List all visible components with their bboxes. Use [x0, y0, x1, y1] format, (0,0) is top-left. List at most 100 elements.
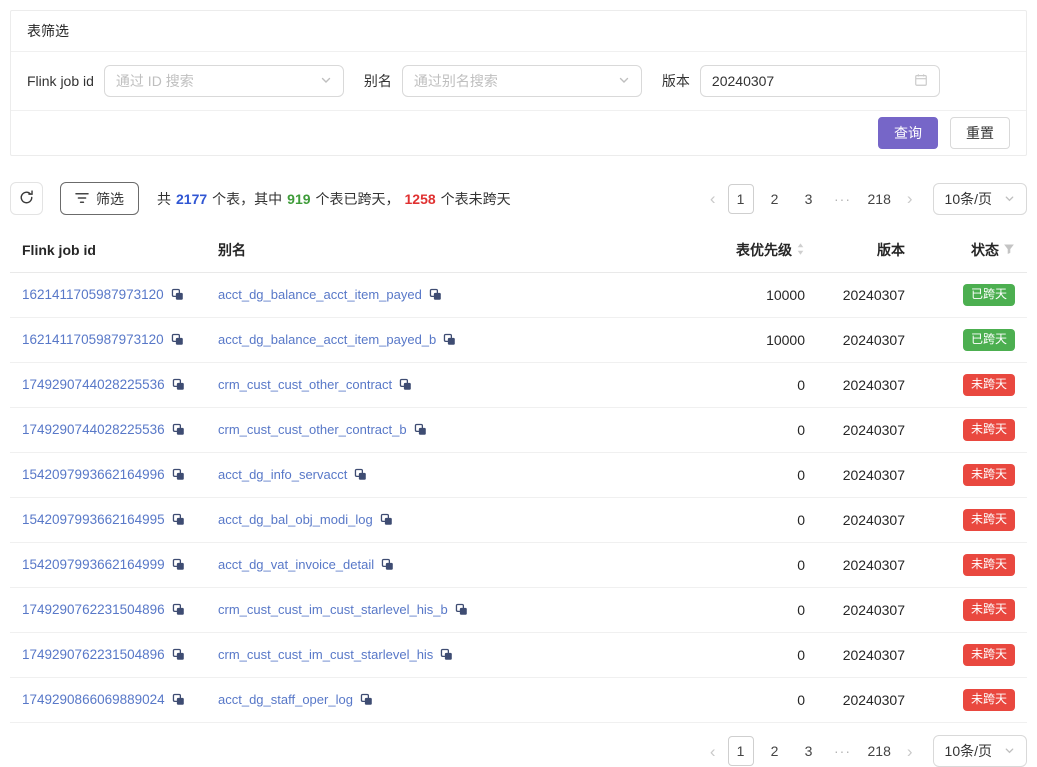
- flink-job-id-link[interactable]: 1542097993662164999: [22, 557, 165, 572]
- column-status-label: 状态: [971, 240, 999, 260]
- prev-page-button[interactable]: ‹: [706, 743, 720, 760]
- version-date-input[interactable]: [700, 65, 940, 97]
- copy-icon[interactable]: [455, 603, 468, 619]
- page-size-value: 10条/页: [945, 741, 992, 761]
- version-value: 20240307: [817, 273, 917, 318]
- copy-icon[interactable]: [172, 423, 185, 439]
- table-header-row: Flink job id 别名 表优先级 版本: [10, 228, 1027, 273]
- refresh-icon: [19, 190, 34, 208]
- version-value: 20240307: [817, 588, 917, 633]
- alias-link[interactable]: crm_cust_cust_other_contract: [218, 377, 392, 392]
- filter-toggle-button[interactable]: 筛选: [60, 182, 139, 215]
- copy-icon[interactable]: [360, 693, 373, 709]
- alias-link[interactable]: acct_dg_vat_invoice_detail: [218, 557, 374, 572]
- column-priority-label: 表优先级: [736, 240, 792, 260]
- column-version: 版本: [817, 228, 917, 273]
- flink-job-id-link[interactable]: 1621411705987973120: [22, 332, 164, 347]
- version-date-value[interactable]: [712, 73, 892, 89]
- copy-icon[interactable]: [354, 468, 367, 484]
- flink-job-id-link[interactable]: 1749290744028225536: [22, 422, 165, 437]
- copy-icon[interactable]: [172, 378, 185, 394]
- reset-button[interactable]: 重置: [950, 117, 1010, 149]
- copy-icon[interactable]: [172, 648, 185, 664]
- copy-icon[interactable]: [172, 603, 185, 619]
- flink-job-id-field: Flink job id 通过 ID 搜索: [27, 65, 344, 97]
- sort-icon[interactable]: [796, 242, 805, 259]
- copy-icon[interactable]: [380, 513, 393, 529]
- priority-value: 0: [677, 543, 817, 588]
- next-page-button[interactable]: ›: [903, 190, 917, 207]
- copy-icon[interactable]: [381, 558, 394, 574]
- chevron-down-icon: [618, 73, 630, 89]
- page-button-2[interactable]: 2: [762, 736, 788, 766]
- summary-text: 共: [157, 189, 171, 209]
- copy-icon[interactable]: [172, 558, 185, 574]
- flink-job-id-placeholder: 通过 ID 搜索: [116, 71, 194, 91]
- version-value: 20240307: [817, 453, 917, 498]
- page-button-2[interactable]: 2: [762, 184, 788, 214]
- filter-lines-icon: [75, 191, 89, 207]
- flink-job-id-link[interactable]: 1749290866069889024: [22, 692, 165, 707]
- alias-field: 别名 通过别名搜索: [364, 65, 642, 97]
- status-badge: 未跨天: [963, 554, 1015, 576]
- pagination-ellipsis[interactable]: ···: [830, 184, 856, 214]
- query-button[interactable]: 查询: [878, 117, 938, 149]
- flink-job-id-link[interactable]: 1749290762231504896: [22, 602, 165, 617]
- calendar-icon: [914, 73, 928, 90]
- copy-icon[interactable]: [171, 288, 184, 304]
- copy-icon[interactable]: [440, 648, 453, 664]
- alias-link[interactable]: acct_dg_bal_obj_modi_log: [218, 512, 373, 527]
- page-button-last[interactable]: 218: [864, 184, 895, 214]
- alias-link[interactable]: acct_dg_staff_oper_log: [218, 692, 353, 707]
- copy-icon[interactable]: [172, 693, 185, 709]
- alias-link[interactable]: crm_cust_cust_im_cust_starlevel_his_b: [218, 602, 448, 617]
- page-button-1[interactable]: 1: [728, 184, 754, 214]
- copy-icon[interactable]: [443, 333, 456, 349]
- page-size-value: 10条/页: [945, 189, 992, 209]
- page-size-select[interactable]: 10条/页: [933, 183, 1027, 215]
- table-summary: 共 2177 个表，其中 919 个表已跨天， 1258 个表未跨天: [157, 189, 511, 209]
- page-button-3[interactable]: 3: [796, 184, 822, 214]
- flink-job-id-link[interactable]: 1621411705987973120: [22, 287, 164, 302]
- filter-panel-title: 表筛选: [11, 11, 1026, 52]
- prev-page-button[interactable]: ‹: [706, 190, 720, 207]
- summary-text: 个表未跨天: [441, 189, 511, 209]
- priority-value: 0: [677, 363, 817, 408]
- flink-job-id-select[interactable]: 通过 ID 搜索: [104, 65, 344, 97]
- table-row: 1749290762231504896 crm_cust_cust_im_cus…: [10, 633, 1027, 678]
- flink-job-id-link[interactable]: 1749290744028225536: [22, 377, 165, 392]
- flink-job-id-label: Flink job id: [27, 73, 94, 89]
- pagination-ellipsis[interactable]: ···: [830, 736, 856, 766]
- next-page-button[interactable]: ›: [903, 743, 917, 760]
- page-size-select[interactable]: 10条/页: [933, 735, 1027, 767]
- page-button-3[interactable]: 3: [796, 736, 822, 766]
- page-button-1[interactable]: 1: [728, 736, 754, 766]
- table-row: 1542097993662164996 acct_dg_info_servacc…: [10, 453, 1027, 498]
- version-label: 版本: [662, 71, 690, 91]
- priority-value: 0: [677, 498, 817, 543]
- alias-link[interactable]: acct_dg_balance_acct_item_payed_b: [218, 332, 436, 347]
- alias-link[interactable]: acct_dg_balance_acct_item_payed: [218, 287, 422, 302]
- version-value: 20240307: [817, 498, 917, 543]
- copy-icon[interactable]: [172, 513, 185, 529]
- copy-icon[interactable]: [414, 423, 427, 439]
- copy-icon[interactable]: [399, 378, 412, 394]
- flink-job-id-link[interactable]: 1749290762231504896: [22, 647, 165, 662]
- pagination-bottom: ‹ 1 2 3 ··· 218 › 10条/页: [706, 735, 1027, 767]
- status-badge: 已跨天: [963, 284, 1015, 306]
- flink-job-id-link[interactable]: 1542097993662164996: [22, 467, 165, 482]
- priority-value: 10000: [677, 318, 817, 363]
- status-filter-icon[interactable]: [1003, 242, 1015, 258]
- copy-icon[interactable]: [171, 333, 184, 349]
- flink-job-id-link[interactable]: 1542097993662164995: [22, 512, 165, 527]
- refresh-button[interactable]: [10, 182, 43, 215]
- status-badge: 未跨天: [963, 464, 1015, 486]
- page-button-last[interactable]: 218: [864, 736, 895, 766]
- copy-icon[interactable]: [172, 468, 185, 484]
- alias-select[interactable]: 通过别名搜索: [402, 65, 642, 97]
- alias-link[interactable]: crm_cust_cust_im_cust_starlevel_his: [218, 647, 433, 662]
- alias-link[interactable]: acct_dg_info_servacct: [218, 467, 347, 482]
- alias-link[interactable]: crm_cust_cust_other_contract_b: [218, 422, 407, 437]
- copy-icon[interactable]: [429, 288, 442, 304]
- version-value: 20240307: [817, 633, 917, 678]
